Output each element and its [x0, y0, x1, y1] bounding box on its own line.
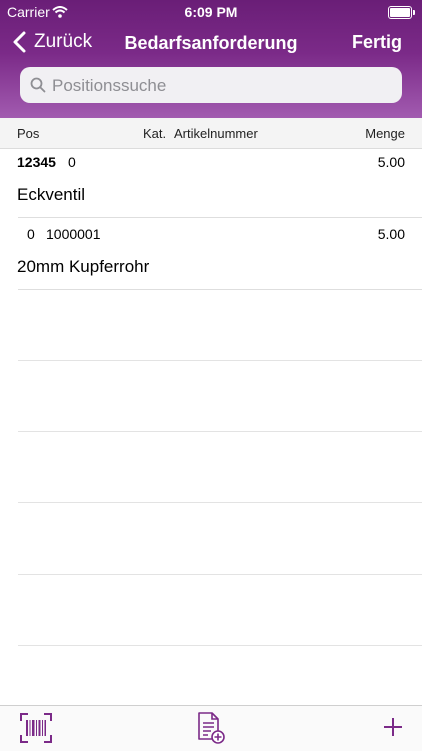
column-artikelnummer: Artikelnummer	[174, 126, 258, 141]
search-icon	[30, 77, 46, 93]
column-menge: Menge	[365, 126, 405, 141]
empty-row	[18, 574, 422, 646]
empty-row	[18, 290, 422, 361]
status-bar: Carrier 6:09 PM	[0, 0, 422, 24]
barcode-scan-button[interactable]	[19, 712, 53, 749]
clock: 6:09 PM	[184, 4, 238, 20]
header: Carrier 6:09 PM Zurück Bedarfsanforderun…	[0, 0, 422, 118]
item-menge: 5.00	[377, 226, 405, 242]
column-header: Pos Kat. Artikelnummer Menge	[0, 118, 422, 149]
column-pos: Pos	[17, 126, 40, 141]
item-pos: 12345	[17, 154, 56, 170]
add-document-icon	[198, 712, 225, 744]
item-kat: 0	[68, 154, 76, 170]
item-kat: 0	[27, 226, 35, 242]
item-description: 20mm Kupferrohr	[17, 257, 150, 276]
column-kat: Kat.	[143, 126, 167, 141]
search-bar[interactable]	[20, 67, 402, 105]
navigation-bar: Zurück Bedarfsanforderung Fertig	[0, 24, 422, 64]
list-item[interactable]: 0 1000001 5.00 20mm Kupferrohr	[0, 218, 422, 290]
list-item[interactable]: 12345 0 5.00 Eckventil	[0, 148, 422, 218]
done-button[interactable]: Fertig	[352, 32, 402, 53]
search-input[interactable]	[50, 67, 394, 105]
barcode-scan-icon	[20, 713, 52, 743]
add-document-button[interactable]	[196, 711, 226, 750]
bottom-toolbar	[0, 705, 422, 751]
empty-row	[18, 360, 422, 432]
empty-row	[18, 431, 422, 503]
item-artikelnummer: 1000001	[46, 226, 101, 242]
item-menge: 5.00	[377, 154, 405, 170]
add-button[interactable]	[383, 717, 403, 742]
plus-icon	[384, 718, 402, 736]
empty-row	[18, 502, 422, 575]
item-description: Eckventil	[17, 185, 86, 204]
battery-icon	[388, 6, 415, 19]
